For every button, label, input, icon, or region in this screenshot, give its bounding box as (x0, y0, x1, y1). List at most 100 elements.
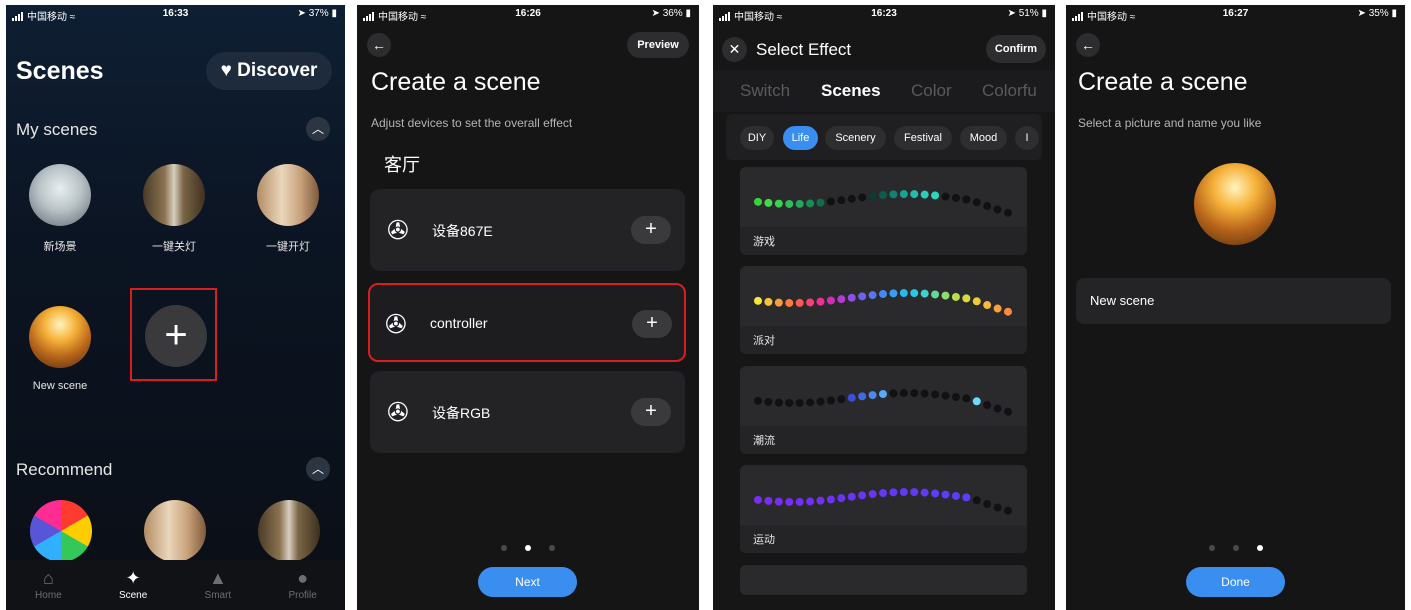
led-dot (889, 488, 898, 497)
device-card[interactable]: ✇ 设备RGB + (370, 371, 685, 453)
tab-colorful[interactable]: Colorfu (982, 81, 1037, 101)
led-dot (847, 492, 856, 501)
chip-scenery[interactable]: Scenery (825, 126, 886, 150)
led-dot (858, 292, 867, 301)
led-dot (962, 394, 971, 403)
led-dot (983, 500, 992, 509)
led-dot (899, 389, 908, 398)
led-dot (941, 391, 950, 400)
add-device-button[interactable]: + (632, 310, 672, 338)
location-icon: ➤ (651, 8, 660, 19)
led-dot (1004, 208, 1012, 217)
recommend-thumbnail[interactable] (144, 500, 206, 562)
led-dot (837, 295, 846, 304)
led-dot (816, 297, 825, 306)
home-icon: ⌂ (42, 568, 54, 588)
add-device-button[interactable]: + (631, 216, 671, 244)
led-dot (1004, 407, 1012, 416)
scene-tile[interactable]: New scene (15, 306, 105, 392)
scene-label: 一键关灯 (152, 241, 196, 253)
chip-diy[interactable]: DIY (740, 126, 774, 150)
battery-percent: 36% (662, 8, 683, 19)
effect-preview (754, 289, 1012, 316)
effect-label: 派对 (753, 335, 775, 347)
effect-card[interactable]: 派对 (740, 266, 1027, 354)
tab-home[interactable]: ⌂ Home (6, 560, 91, 610)
page-dot-active (525, 545, 531, 551)
tab-switch[interactable]: Switch (740, 81, 790, 101)
heart-icon: ♥ (220, 60, 232, 81)
back-button[interactable]: ← (1076, 33, 1100, 57)
led-dot (889, 389, 898, 398)
tab-label: Scene (118, 590, 148, 601)
film-reel-icon: ✇ (387, 397, 409, 427)
tab-profile[interactable]: ● Profile (260, 560, 345, 610)
led-dot (806, 398, 815, 407)
tab-color[interactable]: Color (911, 81, 952, 101)
scene-label: 一键开灯 (266, 241, 310, 253)
scene-thumbnail (29, 164, 91, 226)
close-button[interactable]: ✕ (722, 37, 747, 62)
led-dot (806, 497, 815, 506)
effect-card[interactable]: 潮流 (740, 366, 1027, 454)
chip-life[interactable]: Life (783, 126, 818, 150)
led-dot (993, 304, 1002, 313)
page-dot (501, 545, 507, 551)
add-device-button[interactable]: + (631, 398, 671, 426)
led-dot (983, 301, 992, 310)
page-dot-active (1256, 545, 1263, 551)
led-dot (754, 197, 762, 206)
page-title: Create a scene (1078, 68, 1248, 96)
tab-scene[interactable]: ✦ Scene (91, 560, 176, 610)
effect-tabs: Switch Scenes Color Colorfu (713, 70, 1055, 112)
led-dot (931, 290, 940, 299)
close-icon: ✕ (728, 41, 741, 57)
preview-button[interactable]: Preview (627, 32, 689, 58)
confirm-button[interactable]: Confirm (986, 35, 1046, 63)
led-dot (754, 396, 762, 405)
discover-button[interactable]: ♥ Discover (206, 52, 332, 90)
done-button[interactable]: Done (1186, 567, 1285, 597)
scene-tile[interactable]: 一键开灯 (243, 164, 333, 254)
tab-smart[interactable]: ▲ Smart (176, 560, 261, 610)
status-time: 16:27 (1222, 8, 1249, 19)
arrow-left-icon: ← (372, 37, 386, 53)
next-button[interactable]: Next (478, 567, 577, 597)
led-dot (899, 190, 908, 199)
recommend-thumbnail[interactable] (30, 500, 92, 562)
led-dot (962, 294, 971, 303)
recommend-title: Recommend (16, 460, 113, 479)
scene-name-field[interactable]: New scene (1076, 278, 1391, 324)
status-time: 16:23 (871, 8, 897, 19)
tab-scenes[interactable]: Scenes (821, 81, 881, 101)
led-dot (795, 398, 804, 407)
add-scene-button[interactable]: + (145, 305, 207, 367)
led-dot (983, 401, 992, 410)
led-dot (889, 289, 898, 298)
led-dot (910, 488, 919, 497)
status-bar: 中国移动 ≈ 16:33 ➤ 37% ▮ (6, 5, 345, 25)
discover-label: Discover (237, 60, 318, 81)
magic-wand-icon: ✦ (125, 568, 141, 588)
scene-thumbnail (29, 306, 91, 368)
scene-tile[interactable]: 新场景 (15, 164, 105, 254)
chip-festival[interactable]: Festival (894, 126, 952, 150)
scene-label: 新场景 (43, 241, 77, 253)
device-card[interactable]: ✇ controller + (368, 283, 686, 362)
chip-mood[interactable]: Mood (960, 126, 1007, 150)
collapse-my-scenes-button[interactable]: ︿ (306, 117, 330, 141)
effect-card[interactable]: 运动 (740, 465, 1027, 553)
recommend-thumbnail[interactable] (258, 500, 320, 562)
led-dot (951, 392, 960, 401)
chip-more[interactable]: I (1015, 126, 1039, 150)
scene-picture[interactable] (1194, 163, 1276, 245)
film-reel-icon: ✇ (387, 215, 409, 245)
collapse-recommend-button[interactable]: ︿ (306, 457, 330, 481)
device-card[interactable]: ✇ 设备867E + (370, 189, 685, 271)
scene-tile[interactable]: 一键关灯 (129, 164, 219, 254)
led-dot (931, 489, 940, 498)
effect-card[interactable] (740, 565, 1027, 595)
effect-label: 游戏 (753, 236, 775, 248)
back-button[interactable]: ← (367, 33, 391, 57)
effect-card[interactable]: 游戏 (740, 167, 1027, 255)
